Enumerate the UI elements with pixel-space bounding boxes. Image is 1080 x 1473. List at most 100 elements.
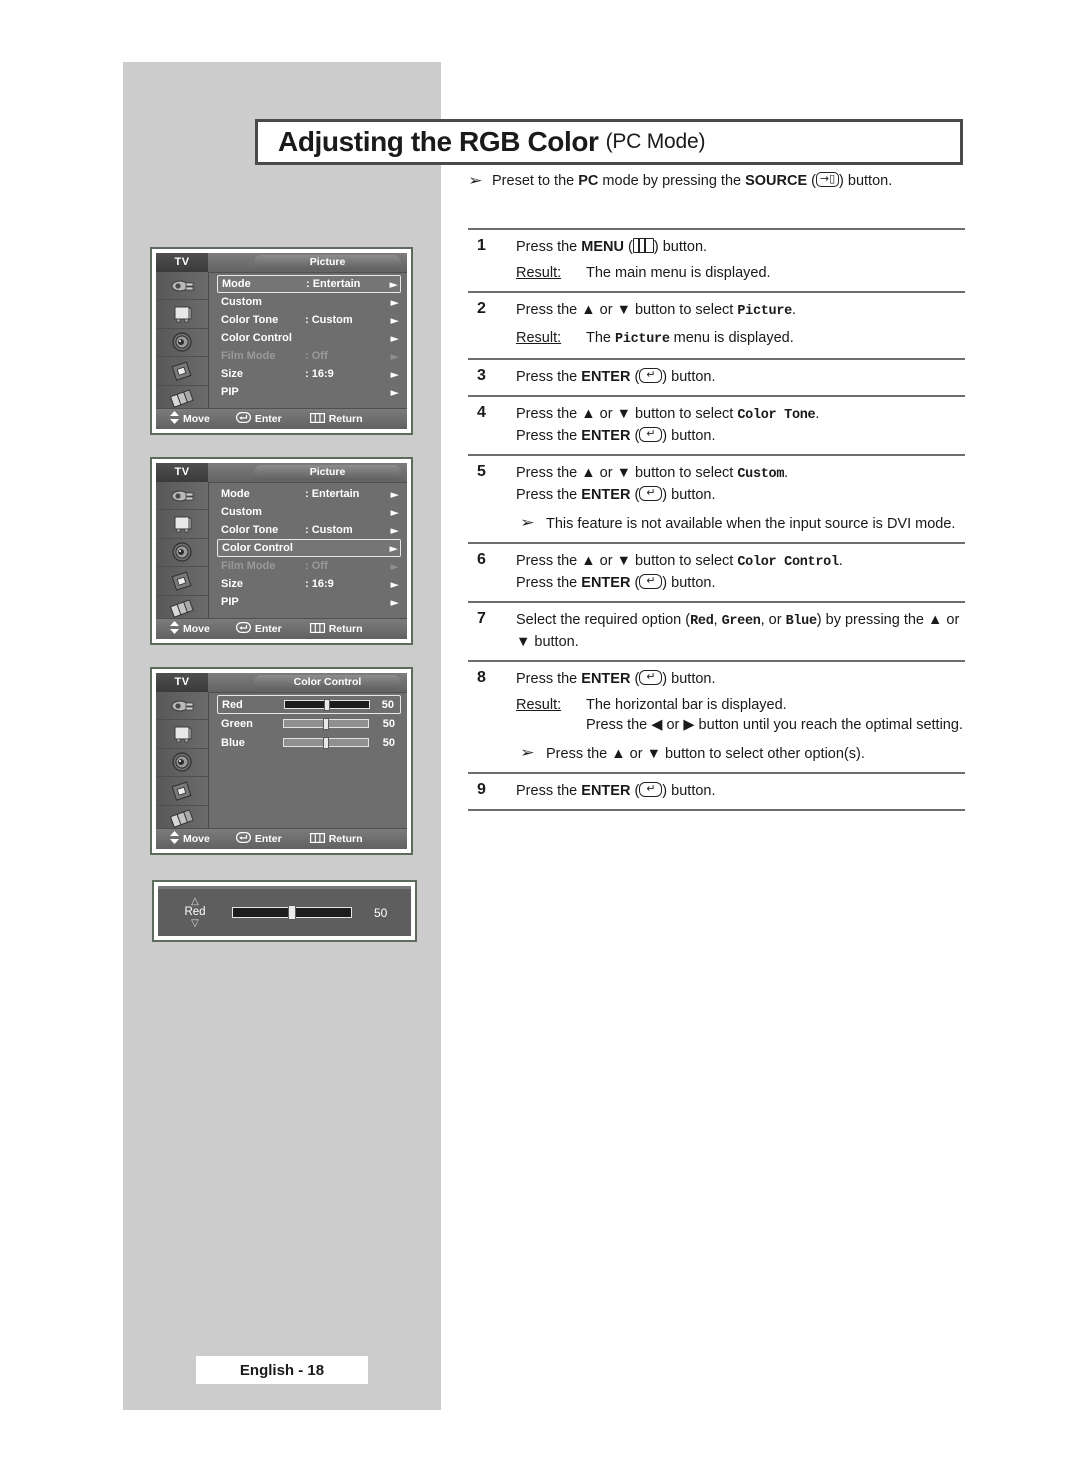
rail-item-sound[interactable] — [156, 329, 208, 358]
osd-row-film-mode[interactable]: Film Mode : Off ► — [217, 557, 401, 575]
osd-slider-value: 50 — [382, 736, 395, 749]
step-text: Press the ▲ or ▼ button to select Color … — [516, 553, 843, 570]
osd-row-label: Film Mode — [221, 350, 276, 362]
step-number: 4 — [477, 404, 486, 421]
osd-row-label: PIP — [221, 386, 239, 398]
arrow-bullet-icon: ➢ — [520, 515, 535, 531]
rail-item-setup[interactable] — [156, 567, 208, 596]
enter-icon: ↵ — [639, 670, 663, 685]
osd-row-value: : Entertain — [306, 278, 361, 290]
osd-footer-move[interactable]: Move — [170, 411, 210, 427]
step-text: Press the ENTER (↵) button. — [516, 427, 716, 444]
rail-item-input[interactable] — [156, 692, 208, 721]
osd-slider-red[interactable]: Red 50 — [217, 695, 401, 714]
osd-row-value: : Custom — [305, 314, 353, 326]
osd-footer-enter-label: Enter — [254, 623, 282, 635]
rail-item-picture[interactable] — [156, 510, 208, 539]
osd-row-value: : Off — [305, 560, 328, 572]
rail-item-setup[interactable] — [156, 357, 208, 386]
osd-row-color-control[interactable]: Color Control ► — [217, 539, 401, 557]
chevron-right-icon: ► — [390, 331, 399, 345]
rail-item-input[interactable] — [156, 272, 208, 301]
osd-row-custom[interactable]: Custom ► — [217, 503, 401, 521]
result-line-1: The horizontal bar is displayed. — [586, 697, 787, 713]
rail-item-sound[interactable] — [156, 749, 208, 778]
speaker-sound-icon — [171, 751, 193, 773]
osd-row-film-mode[interactable]: Film Mode : Off ► — [217, 347, 401, 365]
osd-row-label: Custom — [221, 296, 262, 308]
osd-footer-bar: Move Enter Return — [156, 618, 407, 639]
pip-pages-icon — [169, 599, 195, 619]
result-text: The Picture menu is displayed. — [586, 330, 794, 347]
top-note-text: Preset to the PC mode by pressing the SO… — [492, 172, 893, 189]
osd-row-color-control[interactable]: Color Control ► — [217, 329, 401, 347]
osd-footer-move[interactable]: Move — [170, 621, 210, 637]
osd-footer-move[interactable]: Move — [170, 831, 210, 847]
osd-footer-return[interactable]: Return — [309, 622, 363, 636]
menu-icon — [309, 622, 325, 636]
rail-item-picture[interactable] — [156, 300, 208, 329]
slider-track[interactable] — [283, 736, 369, 749]
step-number: 1 — [477, 237, 486, 254]
osd-slider-label: Blue — [221, 736, 245, 749]
rail-item-setup[interactable] — [156, 777, 208, 806]
osd-icon-rail — [156, 482, 209, 619]
step-text: Press the MENU () button. — [516, 238, 708, 255]
osd-footer-enter[interactable]: Enter — [235, 412, 282, 426]
slider-knob[interactable] — [323, 736, 329, 749]
osd-menu-list: Mode : Entertain ► Custom ► Color Tone :… — [209, 482, 407, 619]
osd-row-size[interactable]: Size : 16:9 ► — [217, 365, 401, 383]
tv-picture-icon — [170, 514, 194, 534]
osd-row-mode[interactable]: Mode : Entertain ► — [217, 485, 401, 503]
pip-pages-icon — [169, 809, 195, 829]
enter-icon — [235, 622, 251, 636]
slider-track[interactable] — [283, 717, 369, 730]
osd-row-pip[interactable]: PIP ► — [217, 593, 401, 611]
osd-row-mode[interactable]: Mode : Entertain ► — [217, 275, 401, 293]
osd-row-color-tone[interactable]: Color Tone : Custom ► — [217, 521, 401, 539]
step-text: Press the ▲ or ▼ button to select Pictur… — [516, 302, 796, 319]
osd-titlebar: TV Picture — [156, 463, 407, 483]
page-subtitle: (PC Mode) — [605, 130, 706, 153]
osd-row-size[interactable]: Size : 16:9 ► — [217, 575, 401, 593]
osd-footer-return[interactable]: Return — [309, 412, 363, 426]
page-title: Adjusting the RGB Color — [278, 126, 599, 157]
osd-row-label: Color Tone — [221, 524, 279, 536]
step-text: Press the ENTER (↵) button. — [516, 574, 716, 591]
chevron-right-icon: ► — [390, 577, 399, 591]
step-8: 8 Press the ENTER (↵) button. Result: Th… — [468, 662, 965, 772]
result-label: Result: — [516, 697, 562, 713]
step-text: Press the ENTER (↵) button. — [516, 782, 716, 799]
osd-row-label: Color Tone — [221, 314, 279, 326]
osd-footer-enter[interactable]: Enter — [235, 622, 282, 636]
step-number: 9 — [477, 781, 486, 798]
osd-footer-return[interactable]: Return — [309, 832, 363, 846]
slider-track[interactable] — [284, 698, 370, 711]
rail-item-input[interactable] — [156, 482, 208, 511]
rail-item-sound[interactable] — [156, 539, 208, 568]
slider-knob[interactable] — [323, 717, 329, 730]
osd-row-custom[interactable]: Custom ► — [217, 293, 401, 311]
menu-icon — [632, 238, 654, 253]
rail-item-picture[interactable] — [156, 720, 208, 749]
osd-footer-enter[interactable]: Enter — [235, 832, 282, 846]
osd-screenshot-picture-mode: TV Picture Mode: Entertain ► Custom ► C… — [150, 247, 413, 435]
down-arrow-icon: ▽ — [191, 918, 199, 929]
slider-knob[interactable] — [324, 698, 330, 711]
note-text: This feature is not available when the i… — [546, 516, 956, 532]
osd-row-pip[interactable]: PIP ► — [217, 383, 401, 401]
input-connector-icon — [169, 487, 195, 505]
tv-picture-icon — [170, 724, 194, 744]
osd-row-label: Color Control — [222, 542, 293, 554]
step-text: Press the ENTER (↵) button. — [516, 486, 716, 503]
bar-widget-track[interactable] — [232, 905, 352, 920]
page-title-box: Adjusting the RGB Color (PC Mode) — [255, 119, 963, 165]
osd-slider-green[interactable]: Green 50 — [217, 714, 401, 733]
osd-row-color-tone[interactable]: Color Tone : Custom ► — [217, 311, 401, 329]
osd-footer-bar: Move Enter Return — [156, 408, 407, 429]
osd-slider-blue[interactable]: Blue 50 — [217, 733, 401, 752]
step-5: 5 Press the ▲ or ▼ button to select Cust… — [468, 456, 965, 542]
osd-tv-label: TV — [156, 253, 208, 272]
bar-widget-knob[interactable] — [288, 905, 296, 920]
result-text: The main menu is displayed. — [586, 265, 771, 281]
